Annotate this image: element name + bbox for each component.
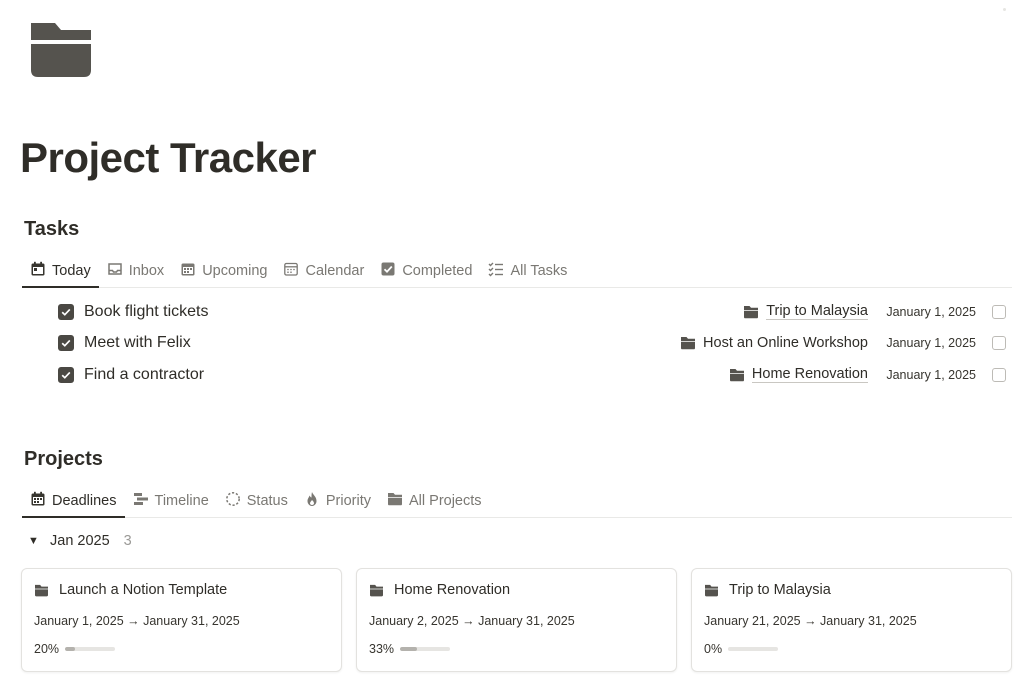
project-name: Trip to Malaysia — [766, 303, 868, 321]
tab-timeline[interactable]: Timeline — [125, 484, 217, 517]
checkbox-icon — [380, 261, 396, 281]
inbox-tray-icon — [107, 261, 123, 281]
tab-today[interactable]: Today — [22, 254, 99, 288]
task-row[interactable]: Book flight tickets Trip to Malaysia Jan… — [56, 296, 1012, 328]
tab-completed[interactable]: Completed — [372, 254, 480, 287]
tab-label: All Projects — [409, 492, 482, 509]
project-card[interactable]: Launch a Notion Template January 1, 2025… — [21, 568, 342, 672]
task-name[interactable]: Find a contractor — [84, 366, 204, 384]
task-checkbox[interactable] — [992, 304, 1006, 319]
task-date: January 1, 2025 — [886, 336, 976, 351]
task-name[interactable]: Meet with Felix — [84, 334, 191, 352]
progress-fill — [65, 647, 76, 651]
page-title: Project Tracker — [20, 134, 317, 181]
folder-icon — [370, 584, 383, 596]
tab-label: Today — [52, 262, 91, 279]
folder-icon — [681, 337, 696, 350]
task-list: Book flight tickets Trip to Malaysia Jan… — [56, 296, 1012, 391]
tab-upcoming[interactable]: Upcoming — [172, 254, 275, 287]
task-project-link[interactable]: Host an Online Workshop — [680, 335, 868, 351]
calendar-outline-icon — [283, 261, 299, 281]
project-card[interactable]: Home Renovation January 2, 2025 → Januar… — [356, 568, 677, 672]
task-project-link[interactable]: Trip to Malaysia — [743, 303, 868, 321]
progress-bar — [728, 647, 779, 651]
tab-all-projects[interactable]: All Projects — [379, 484, 490, 517]
tab-label: All Tasks — [510, 262, 568, 279]
tab-status[interactable]: Status — [217, 484, 296, 517]
projects-heading[interactable]: Projects — [24, 448, 103, 471]
task-name[interactable]: Book flight tickets — [84, 303, 209, 321]
tab-label: Upcoming — [202, 262, 268, 279]
card-title: Launch a Notion Template — [59, 582, 228, 598]
project-card[interactable]: Trip to Malaysia January 21, 2025 → Janu… — [691, 568, 1012, 672]
checklist-icon — [488, 261, 504, 281]
task-date: January 1, 2025 — [886, 304, 976, 319]
tab-inbox[interactable]: Inbox — [99, 254, 172, 287]
progress-fill — [400, 647, 417, 651]
task-project-link[interactable]: Home Renovation — [729, 366, 868, 384]
task-checkbox[interactable] — [992, 336, 1006, 351]
tab-label: Priority — [325, 492, 371, 509]
task-checkbox[interactable] — [992, 367, 1006, 382]
task-done-checkbox[interactable] — [58, 335, 74, 352]
check-icon — [61, 340, 71, 348]
tab-label: Status — [246, 492, 288, 509]
decorative-dot — [1003, 8, 1006, 11]
group-header[interactable]: ▼ Jan 2025 3 — [28, 533, 132, 549]
tasks-view-tabs: Today Inbox Upcoming Calendar Completed … — [22, 254, 1012, 288]
fire-icon — [304, 491, 320, 511]
page-folder-icon[interactable] — [28, 20, 94, 80]
card-title: Trip to Malaysia — [729, 582, 831, 598]
caret-down-icon[interactable]: ▼ — [28, 535, 40, 547]
tab-label: Deadlines — [52, 492, 117, 509]
folder-icon — [705, 584, 718, 596]
progress-label: 20% — [34, 642, 60, 656]
progress-bar — [400, 647, 451, 651]
project-name: Host an Online Workshop — [703, 335, 868, 352]
timeline-icon — [133, 491, 149, 511]
tab-priority[interactable]: Priority — [296, 484, 379, 517]
folder-icon — [387, 491, 403, 511]
tab-all-tasks[interactable]: All Tasks — [480, 254, 575, 287]
check-icon — [61, 371, 71, 379]
group-label: Jan 2025 — [50, 533, 110, 549]
task-done-checkbox[interactable] — [58, 366, 74, 383]
progress-bar — [65, 647, 116, 651]
folder-icon — [744, 305, 759, 319]
card-dates: January 2, 2025 → January 31, 2025 — [369, 614, 575, 628]
folder-icon — [35, 584, 48, 596]
tab-label: Completed — [402, 262, 473, 279]
project-name: Home Renovation — [751, 366, 868, 384]
check-icon — [61, 308, 71, 316]
progress-label: 0% — [704, 642, 723, 656]
task-date: January 1, 2025 — [886, 367, 976, 382]
progress-label: 33% — [369, 642, 395, 656]
tab-deadlines[interactable]: Deadlines — [22, 484, 125, 518]
dashed-circle-icon — [225, 491, 241, 511]
card-dates: January 1, 2025 → January 31, 2025 — [34, 614, 240, 628]
calendar-day-icon — [30, 491, 46, 511]
tab-label: Inbox — [128, 262, 165, 279]
task-done-checkbox[interactable] — [58, 303, 74, 320]
tab-label: Calendar — [305, 262, 365, 279]
tasks-heading[interactable]: Tasks — [24, 218, 79, 241]
task-row[interactable]: Meet with Felix Host an Online Workshop … — [56, 328, 1012, 360]
projects-view-tabs: Deadlines Timeline Status Priority All P… — [22, 484, 1012, 518]
calendar-day-icon — [30, 261, 46, 281]
folder-icon — [729, 368, 744, 382]
tab-calendar[interactable]: Calendar — [275, 254, 372, 287]
card-title: Home Renovation — [394, 582, 511, 598]
calendar-grid-icon — [180, 261, 196, 281]
task-row[interactable]: Find a contractor Home Renovation Januar… — [56, 359, 1012, 391]
card-dates: January 21, 2025 → January 31, 2025 — [704, 614, 917, 628]
tab-label: Timeline — [154, 492, 209, 509]
group-count: 3 — [123, 533, 132, 549]
project-cards: Launch a Notion Template January 1, 2025… — [21, 568, 1012, 672]
